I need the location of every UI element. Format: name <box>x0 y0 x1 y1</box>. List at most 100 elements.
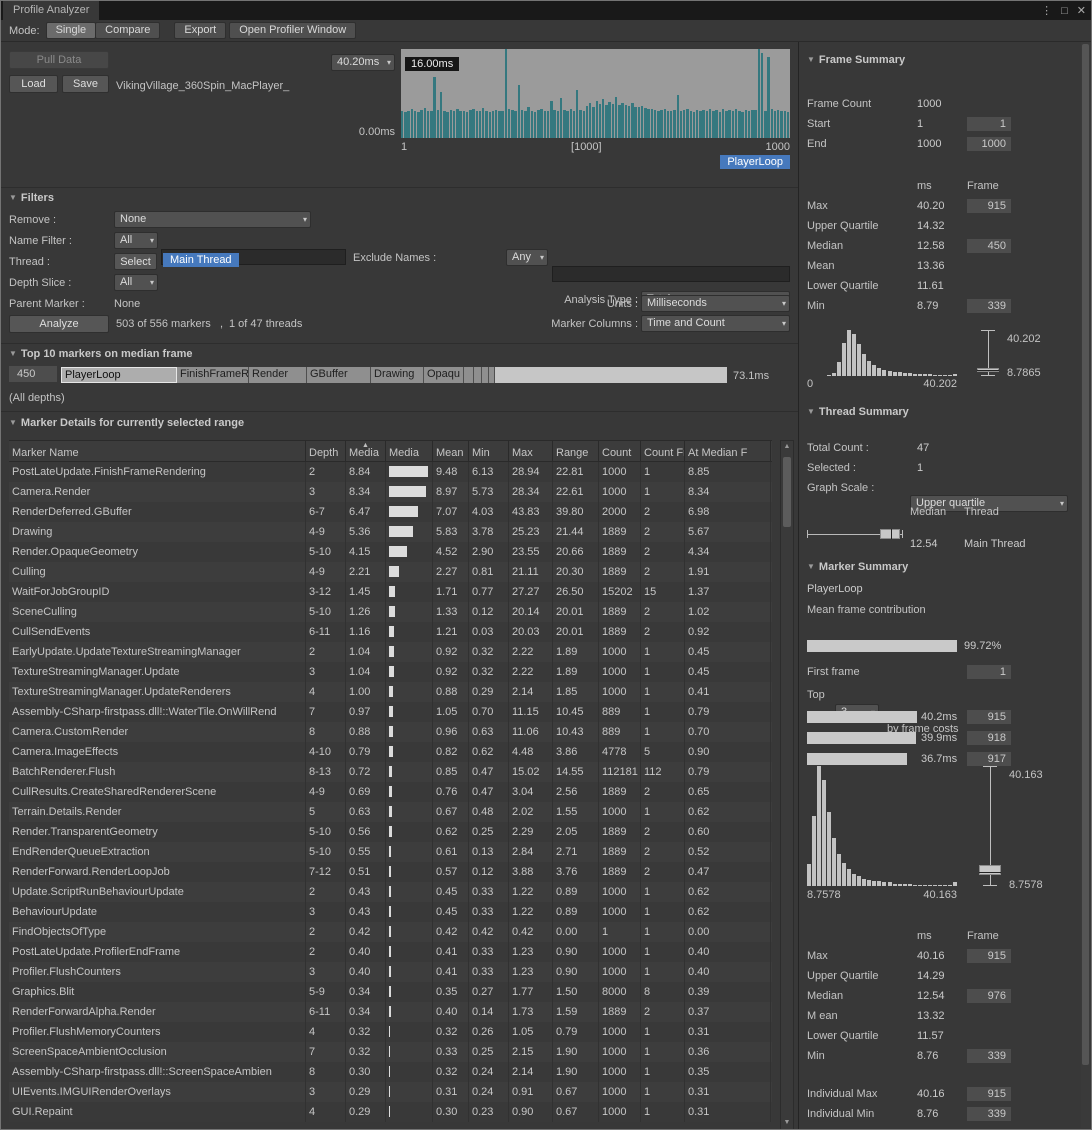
maximize-icon[interactable]: □ <box>1061 5 1068 17</box>
right-scrollbar[interactable] <box>1081 42 1090 1128</box>
cell: 4 <box>306 1022 346 1042</box>
table-row[interactable]: Assembly-CSharp-firstpass.dll!::WaterTil… <box>9 702 772 722</box>
marker-details-header[interactable]: ▼Marker Details for currently selected r… <box>9 417 244 429</box>
boxplot-max-label: 40.163 <box>1009 766 1043 784</box>
top10-segment-8[interactable] <box>482 367 489 383</box>
column-header-5[interactable]: Min <box>469 441 509 461</box>
top10-segment-opaqu[interactable]: Opaqu <box>424 367 464 383</box>
name-filter-mode-dropdown[interactable]: All▾ <box>114 232 158 249</box>
table-row[interactable]: BehaviourUpdate30.430.450.331.220.891000… <box>9 902 772 922</box>
table-row[interactable]: Profiler.FlushMemoryCounters40.320.320.2… <box>9 1022 772 1042</box>
analyze-button[interactable]: Analyze <box>9 315 109 333</box>
table-row[interactable]: Culling4-92.212.270.8121.1120.30188921.9… <box>9 562 772 582</box>
marker-summary-header[interactable]: ▼Marker Summary <box>807 561 908 573</box>
remove-dropdown[interactable]: None▾ <box>114 211 311 228</box>
table-row[interactable]: Camera.ImageEffects4-100.790.820.624.483… <box>9 742 772 762</box>
top10-header[interactable]: ▼Top 10 markers on median frame <box>9 348 193 360</box>
column-header-0[interactable]: Marker Name <box>9 441 306 461</box>
open-profiler-window-button[interactable]: Open Profiler Window <box>229 22 356 39</box>
scroll-down-icon[interactable]: ▼ <box>781 1117 793 1129</box>
filters-header[interactable]: ▼Filters <box>9 192 54 204</box>
top10-segment-gbuffer[interactable]: GBuffer <box>307 367 371 383</box>
table-row[interactable]: Terrain.Details.Render50.630.670.482.021… <box>9 802 772 822</box>
top-frame-row[interactable]: 40.2ms915 <box>807 706 1084 727</box>
cell: 6.47 <box>346 502 386 522</box>
top-label: Top <box>807 689 825 701</box>
window-tab[interactable]: Profile Analyzer <box>3 1 99 20</box>
y-axis-max-dropdown[interactable]: 40.20ms ▾ <box>331 54 395 71</box>
frame-summary-header[interactable]: ▼Frame Summary <box>807 54 905 66</box>
table-row[interactable]: RenderDeferred.GBuffer6-76.477.074.0343.… <box>9 502 772 522</box>
table-row[interactable]: EndRenderQueueExtraction5-100.550.610.13… <box>9 842 772 862</box>
column-header-7[interactable]: Range <box>553 441 599 461</box>
column-header-3[interactable]: Media <box>386 441 433 461</box>
top10-segment-render[interactable]: Render <box>249 367 307 383</box>
scroll-up-icon[interactable]: ▲ <box>781 441 793 453</box>
table-row[interactable]: PostLateUpdate.ProfilerEndFrame20.400.41… <box>9 942 772 962</box>
table-row[interactable]: TextureStreamingManager.UpdateRenderers4… <box>9 682 772 702</box>
kebab-menu-icon[interactable]: ⋮ <box>1041 4 1052 17</box>
table-row[interactable]: GUI.Repaint40.290.300.230.900.67100010.3… <box>9 1102 772 1122</box>
scrollbar-thumb[interactable] <box>783 457 791 527</box>
close-icon[interactable]: ✕ <box>1077 4 1086 17</box>
column-header-2[interactable]: ▲Media <box>346 441 386 461</box>
column-header-8[interactable]: Count <box>599 441 641 461</box>
mode-compare-button[interactable]: Compare <box>95 22 160 39</box>
column-header-10[interactable]: At Median F <box>685 441 771 461</box>
top10-segment-finishframer[interactable]: FinishFrameR <box>177 367 249 383</box>
table-row[interactable]: BatchRenderer.Flush8-130.720.850.4715.02… <box>9 762 772 782</box>
frame-bar <box>660 110 662 138</box>
table-row[interactable]: Camera.CustomRender80.880.960.6311.0610.… <box>9 722 772 742</box>
table-row[interactable]: Assembly-CSharp-firstpass.dll!::ScreenSp… <box>9 1062 772 1082</box>
thread-summary-header[interactable]: ▼Thread Summary <box>807 406 909 418</box>
selected-marker-chip[interactable]: PlayerLoop <box>720 155 790 169</box>
table-row[interactable]: SceneCulling5-101.261.330.1220.1420.0118… <box>9 602 772 622</box>
table-row[interactable]: Render.TransparentGeometry5-100.560.620.… <box>9 822 772 842</box>
table-row[interactable]: Camera.Render38.348.975.7328.3422.611000… <box>9 482 772 502</box>
table-row[interactable]: WaitForJobGroupID3-121.451.710.7727.2726… <box>9 582 772 602</box>
table-row[interactable]: CullResults.CreateSharedRendererScene4-9… <box>9 782 772 802</box>
top-frame-row[interactable]: 39.9ms918 <box>807 727 1084 748</box>
depth-slice-dropdown[interactable]: All▾ <box>114 274 158 291</box>
table-row[interactable]: RenderForward.RenderLoopJob7-120.510.570… <box>9 862 772 882</box>
column-header-6[interactable]: Max <box>509 441 553 461</box>
save-button[interactable]: Save <box>62 75 109 93</box>
table-row[interactable]: Graphics.Blit5-90.340.350.271.771.508000… <box>9 982 772 1002</box>
top10-segment-9[interactable] <box>489 367 495 383</box>
frame-bar <box>657 111 659 138</box>
mode-single-button[interactable]: Single <box>46 22 97 39</box>
table-scrollbar[interactable]: ▲ ▼ <box>780 440 794 1130</box>
table-row[interactable]: EarlyUpdate.UpdateTextureStreamingManage… <box>9 642 772 662</box>
export-button[interactable]: Export <box>174 22 226 39</box>
top10-segment-6[interactable] <box>464 367 474 383</box>
table-row[interactable]: Drawing4-95.365.833.7825.2321.44188925.6… <box>9 522 772 542</box>
cell: 0.29 <box>346 1082 386 1102</box>
cell: 10.45 <box>553 702 599 722</box>
main-thread-chip[interactable]: Main Thread <box>163 253 239 267</box>
top10-segment-drawing[interactable]: Drawing <box>371 367 424 383</box>
table-row[interactable]: FindObjectsOfType20.420.420.420.420.0011… <box>9 922 772 942</box>
table-row[interactable]: PostLateUpdate.FinishFrameRendering28.84… <box>9 462 772 482</box>
column-header-9[interactable]: Count Fra <box>641 441 685 461</box>
table-row[interactable]: Profiler.FlushCounters30.400.410.331.230… <box>9 962 772 982</box>
table-row[interactable]: ScreenSpaceAmbientOcclusion70.320.330.25… <box>9 1042 772 1062</box>
table-row[interactable]: Update.ScriptRunBehaviourUpdate20.430.45… <box>9 882 772 902</box>
marker-columns-dropdown[interactable]: Time and Count▾ <box>641 315 790 332</box>
thread-row[interactable]: 12.54 Main Thread <box>807 526 1084 542</box>
load-button[interactable]: Load <box>9 75 58 93</box>
units-dropdown[interactable]: Milliseconds▾ <box>641 295 790 312</box>
top10-segment-7[interactable] <box>474 367 482 383</box>
pull-data-button[interactable]: Pull Data <box>9 51 109 69</box>
table-row[interactable]: Render.OpaqueGeometry5-104.154.522.9023.… <box>9 542 772 562</box>
scrollbar-thumb[interactable] <box>1082 44 1089 1065</box>
table-row[interactable]: CullSendEvents6-111.161.210.0320.0320.01… <box>9 622 772 642</box>
cell: 1889 <box>599 622 641 642</box>
frame-time-chart[interactable]: 16.00ms <box>401 49 790 138</box>
column-header-4[interactable]: Mean <box>433 441 469 461</box>
top10-segment-playerloop[interactable]: PlayerLoop <box>61 367 177 383</box>
column-header-1[interactable]: Depth <box>306 441 346 461</box>
table-row[interactable]: TextureStreamingManager.Update31.040.920… <box>9 662 772 682</box>
table-row[interactable]: UIEvents.IMGUIRenderOverlays30.290.310.2… <box>9 1082 772 1102</box>
thread-select-button[interactable]: Select <box>114 253 157 270</box>
table-row[interactable]: RenderForwardAlpha.Render6-110.340.400.1… <box>9 1002 772 1022</box>
